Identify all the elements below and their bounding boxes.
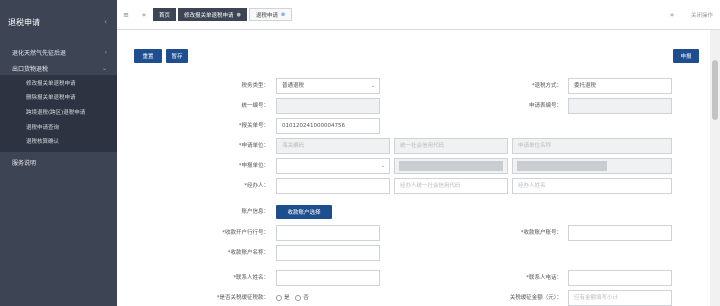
tab-home[interactable]: 首页 bbox=[153, 8, 177, 21]
tab-scroll-left-icon[interactable]: « bbox=[135, 11, 153, 19]
tax-type-label: 税务类型： bbox=[241, 83, 269, 89]
sidebar: 退税申请 ‹ 退化天然气先征后退 ‹ 出口货物退税 ⌄ 修改报关单退税申请 删除… bbox=[0, 0, 117, 306]
sidebar-header[interactable]: 退税申请 ‹ bbox=[0, 0, 117, 44]
declare-unit-select[interactable]: ⌄ bbox=[276, 158, 390, 174]
chevron-down-icon: ⌄ bbox=[101, 64, 107, 72]
radio-yes-label: 是 bbox=[284, 295, 290, 301]
main-content: 重置 暂存 申报 税务类型： 普通退税 ⌄ *退税方式： 委托退税 统一编号： … bbox=[117, 30, 710, 306]
close-all-tabs-button[interactable]: 关闭操作 bbox=[684, 11, 720, 19]
customs-no-field[interactable]: 010120241000004756 bbox=[276, 118, 380, 134]
save-draft-button[interactable]: 暂存 bbox=[166, 49, 188, 63]
contact-name-label: *联系人姓名： bbox=[233, 275, 269, 281]
redacted-block bbox=[517, 161, 607, 171]
customs-no-label: *报关单号： bbox=[238, 123, 269, 129]
declare-unit-name bbox=[512, 158, 672, 174]
sidebar-title: 退税申请 bbox=[8, 17, 40, 27]
apply-unit-credit-code: 统一社会信用代码 bbox=[394, 138, 508, 154]
sidebar-subitem-modify[interactable]: 修改报关单退税申请 bbox=[0, 77, 117, 91]
apply-unit-name: 申请单位名称 bbox=[512, 138, 672, 154]
sidebar-subitem-delete[interactable]: 删除报关单退税申请 bbox=[0, 91, 117, 105]
tax-type-value: 普通退税 bbox=[282, 83, 305, 89]
radio-no-label: 否 bbox=[303, 295, 309, 301]
agent-method-field[interactable]: 委托退税 bbox=[568, 78, 672, 94]
radio-yes[interactable] bbox=[276, 294, 282, 301]
declare-unit-label: *申报单位： bbox=[238, 163, 269, 169]
uniform-no-label: 统一编号： bbox=[241, 103, 269, 109]
chevron-left-icon: ‹ bbox=[104, 49, 107, 56]
tab-scroll-right-icon[interactable]: » bbox=[660, 11, 684, 19]
amount-label: 关税缓征金额（元）： bbox=[509, 295, 562, 301]
radio-no[interactable] bbox=[295, 294, 302, 301]
uniform-no-field bbox=[276, 98, 380, 114]
sidebar-item-export-refund[interactable]: 出口货物退税 ⌄ bbox=[0, 61, 117, 75]
account-name-input[interactable] bbox=[276, 245, 380, 261]
close-icon[interactable]: ⊗ bbox=[281, 12, 285, 18]
tab-label: 首页 bbox=[159, 12, 171, 19]
apply-unit-customs-code: 海关编码 bbox=[276, 138, 390, 154]
operator-select[interactable] bbox=[276, 178, 390, 194]
deferred-tax-radio-group: 是 否 bbox=[272, 290, 322, 306]
scrollbar-thumb[interactable] bbox=[712, 60, 718, 120]
tab-label: 退税申请 bbox=[255, 12, 278, 19]
select-account-button[interactable]: 收款账户选择 bbox=[276, 205, 332, 219]
contact-phone-label: *联系人电话： bbox=[526, 275, 562, 281]
contact-name-input[interactable] bbox=[276, 270, 380, 286]
bank-input[interactable] bbox=[276, 225, 380, 241]
agent-method-label: *退税方式： bbox=[531, 83, 562, 89]
sidebar-item-label: 退化天然气先征后退 bbox=[12, 50, 67, 57]
chevron-down-icon: ⌄ bbox=[380, 163, 385, 169]
amount-input[interactable]: 应有金额填写小计 bbox=[568, 290, 672, 306]
contact-phone-input[interactable] bbox=[568, 270, 672, 286]
tab-refund-apply[interactable]: 退税申请 ⊗ bbox=[248, 8, 293, 21]
tab-modify-refund[interactable]: 修改报关单退税申请 ● bbox=[178, 8, 247, 21]
sidebar-item-gas-refund[interactable]: 退化天然气先征后退 ‹ bbox=[0, 44, 117, 61]
account-name-label: *收款账户名称： bbox=[227, 250, 269, 256]
tab-bar: ≡ « 首页 修改报关单退税申请 ● 退税申请 ⊗ » 关闭操作 bbox=[117, 0, 720, 30]
menu-toggle-icon[interactable]: ≡ bbox=[117, 11, 135, 19]
sidebar-subitem-query[interactable]: 退税申请查询 bbox=[0, 121, 117, 135]
operator-name-input[interactable]: 经办人姓名 bbox=[512, 178, 672, 194]
sidebar-item-label: 出口货物退税 bbox=[12, 65, 49, 73]
operator-credit-code-input[interactable]: 经办人统一社会信用代码 bbox=[394, 178, 508, 194]
sidebar-item-help[interactable]: 服务说明 bbox=[0, 152, 117, 172]
apply-no-field bbox=[568, 98, 672, 114]
bank-label: *收款开户行行号： bbox=[222, 230, 269, 236]
tab-bar-right: » 关闭操作 bbox=[660, 11, 720, 19]
main-scrollbar[interactable] bbox=[710, 30, 720, 306]
chevron-left-icon[interactable]: ‹ bbox=[104, 18, 107, 26]
reset-button[interactable]: 重置 bbox=[134, 49, 162, 63]
account-no-label: *收款账户账号： bbox=[520, 230, 562, 236]
submit-button[interactable]: 申报 bbox=[673, 49, 699, 63]
tax-type-select[interactable]: 普通退税 ⌄ bbox=[276, 78, 380, 94]
apply-no-label: 申请表编号： bbox=[528, 103, 562, 109]
apply-unit-label: *申请单位： bbox=[238, 143, 269, 149]
redacted-block bbox=[399, 161, 503, 171]
close-icon[interactable]: ● bbox=[237, 12, 241, 18]
operator-label: *经办人： bbox=[244, 183, 269, 189]
chevron-down-icon: ⌄ bbox=[370, 83, 375, 89]
account-info-label: 账户信息： bbox=[241, 209, 269, 215]
deferred-tax-label: *是否关税缓征税款： bbox=[216, 295, 269, 301]
sidebar-subitem-confirm[interactable]: 退税核算确认 bbox=[0, 135, 117, 149]
sidebar-subitem-cross-border[interactable]: 跨境退税(跨区)退税申请 bbox=[0, 105, 117, 121]
account-no-input[interactable] bbox=[568, 225, 672, 241]
sidebar-submenu: 修改报关单退税申请 删除报关单退税申请 跨境退税(跨区)退税申请 退税申请查询 … bbox=[0, 75, 117, 152]
tab-label: 修改报关单退税申请 bbox=[184, 12, 234, 19]
declare-unit-credit-code bbox=[394, 158, 508, 174]
